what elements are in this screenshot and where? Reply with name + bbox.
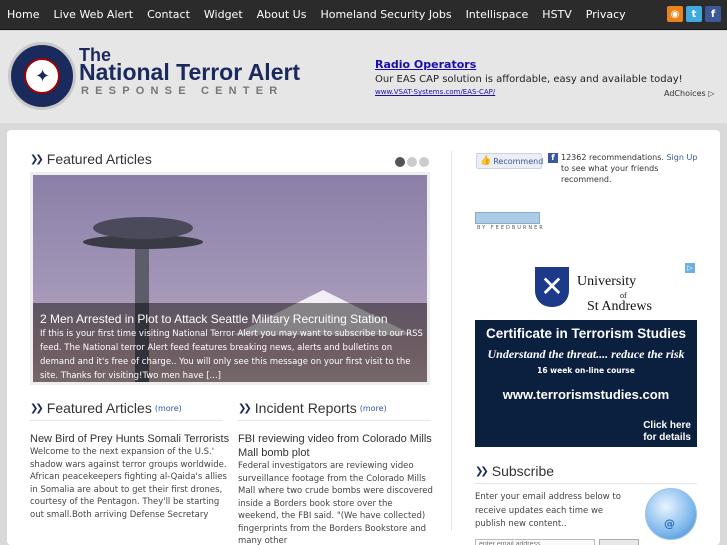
ad-click-line-1: Click here [643, 420, 691, 431]
feedburner-counter[interactable] [475, 212, 540, 224]
header-ad-title[interactable]: Radio Operators [375, 58, 715, 71]
social-icons: ◉ t f [667, 6, 721, 22]
ad-site: www.terrorismstudies.com [502, 387, 670, 402]
subscribe-heading-title: Subscribe [491, 463, 555, 479]
divider [238, 420, 431, 421]
header-ad-text: Our EAS CAP solution is affordable, easy… [375, 74, 683, 85]
recommend-text: 12362 recommendations. Sign Up to see wh… [561, 152, 701, 185]
col1-more-link[interactable]: (more) [155, 404, 182, 413]
subscribe-heading: ❯❯ Subscribe [475, 463, 554, 479]
nav-widget[interactable]: Widget [197, 0, 250, 30]
divider [475, 483, 697, 484]
ad-click-line-2: for details [643, 432, 691, 443]
ad-understand: Understand the threat.... reduce the ris… [487, 347, 685, 361]
seal-inner: ✦ [24, 58, 60, 94]
col1-article: New Bird of Prey Hunts Somali Terrorists… [30, 432, 230, 521]
double-chevron-icon: ❯❯ [30, 402, 44, 414]
top-nav: Home Live Web Alert Contact Widget About… [0, 0, 727, 30]
double-chevron-icon: ❯❯ [30, 153, 44, 165]
saltire-icon: ✕ [540, 270, 564, 303]
feedburner-label: BY FEEDBURNER [477, 225, 545, 231]
featured-heading-title: Featured Articles [46, 151, 152, 167]
ad-st-andrews: St Andrews [587, 299, 652, 314]
rss-icon[interactable]: ◉ [667, 6, 683, 22]
col1-article-title[interactable]: New Bird of Prey Hunts Somali Terrorists [30, 432, 230, 446]
nav-contact[interactable]: Contact [140, 0, 197, 30]
subscribe-text: Enter your email address below to receiv… [475, 492, 621, 529]
ad-info-icon[interactable]: ▷ [685, 263, 695, 273]
col2-article-title[interactable]: FBI reviewing video from Colorado Mills … [238, 432, 434, 460]
sidebar-ad[interactable]: ✕ University of St Andrews ▷ Certificate… [475, 261, 697, 447]
col1-heading-title: Featured Articles [46, 400, 152, 416]
rec-text-2: to see what your friends recommend. [561, 164, 659, 184]
slider-dot-2[interactable] [407, 157, 417, 167]
nav-intellispace[interactable]: Intellispace [459, 0, 536, 30]
recommend-button[interactable]: 👍 Recommend [476, 153, 544, 169]
nav-homeland-security-jobs[interactable]: Homeland Security Jobs [313, 0, 458, 30]
slider-dot-3[interactable] [419, 157, 429, 167]
email-input[interactable] [475, 539, 595, 545]
slider-dots [395, 157, 429, 167]
col1-heading: ❯❯ Featured Articles (more) [30, 400, 182, 416]
nav-privacy[interactable]: Privacy [579, 0, 633, 30]
header: ✦ The National Terror Alert RESPONSE CEN… [0, 31, 727, 123]
email-icon: @ [645, 488, 697, 540]
subscribe-button[interactable] [599, 539, 639, 545]
thumbs-up-icon: 👍 [480, 156, 492, 166]
nav-hstv[interactable]: HSTV [535, 0, 579, 30]
featured-heading: ❯❯ Featured Articles [30, 151, 152, 167]
divider [30, 420, 223, 421]
col1-article-text: Welcome to the next expansion of the U.S… [30, 447, 227, 520]
col2-article-text: Federal investigators are reviewing vide… [238, 461, 433, 545]
at-symbol-icon: @ [664, 517, 675, 530]
twitter-icon[interactable]: t [686, 6, 702, 22]
ad-top-band [475, 261, 697, 320]
eagle-icon: ✦ [35, 66, 51, 87]
ad-click-here[interactable]: Click here for details [643, 420, 691, 444]
logo-subtitle: RESPONSE CENTER [81, 85, 284, 97]
col2-heading: ❯❯ Incident Reports (more) [238, 400, 387, 416]
facebook-small-icon: f [548, 153, 558, 163]
space-needle-top [93, 217, 193, 239]
recommend-label: Recommend [493, 156, 544, 166]
ad-weeks: 16 week on-line course [537, 366, 635, 375]
logo-title[interactable]: National Terror Alert [79, 59, 300, 86]
sidebar-divider [451, 151, 452, 531]
col2-heading-title: Incident Reports [254, 400, 357, 416]
nav-home[interactable]: Home [0, 0, 46, 30]
nav-about-us[interactable]: About Us [250, 0, 314, 30]
slide-title[interactable]: 2 Men Arrested in Plot to Attack Seattle… [40, 312, 427, 326]
slider-dot-1[interactable] [395, 157, 405, 167]
logo-seal-icon[interactable]: ✦ [8, 42, 76, 110]
facebook-icon[interactable]: f [705, 6, 721, 22]
rec-count: 12362 recommendations. [561, 153, 664, 162]
nav-live-web-alert[interactable]: Live Web Alert [46, 0, 140, 30]
double-chevron-icon: ❯❯ [475, 465, 489, 477]
nav-items: Home Live Web Alert Contact Widget About… [0, 0, 633, 30]
ad-university: University [577, 274, 637, 289]
signup-link[interactable]: Sign Up [666, 153, 697, 162]
slide-text: If this is your first time visiting Nati… [40, 329, 423, 381]
adchoices-link[interactable]: AdChoices ▷ [664, 89, 714, 98]
ad-cert: Certificate in Terrorism Studies [485, 326, 687, 341]
col2-more-link[interactable]: (more) [360, 404, 387, 413]
col2-article: FBI reviewing video from Colorado Mills … [238, 432, 434, 545]
double-chevron-icon: ❯❯ [238, 402, 252, 414]
featured-slide[interactable]: 2 Men Arrested in Plot to Attack Seattle… [30, 172, 430, 385]
